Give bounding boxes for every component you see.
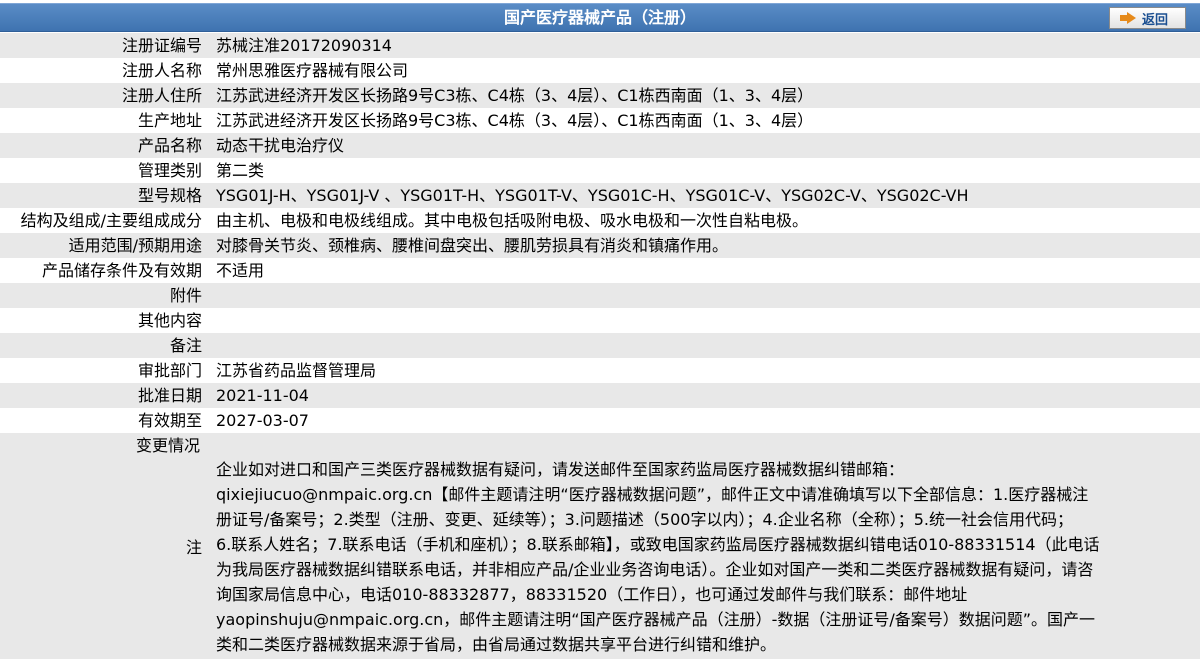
- back-button[interactable]: 返回: [1109, 7, 1186, 29]
- table-row: 批准日期 2021-11-04: [0, 383, 1200, 408]
- note-row: 注 变更情况 企业如对进口和国产三类医疗器械数据有疑问，请发送邮件至国家药监局医…: [0, 433, 1200, 659]
- field-label: 注册人名称: [121, 61, 202, 80]
- field-value: 2021-11-04: [216, 386, 309, 405]
- field-value: 苏械注准20172090314: [216, 36, 392, 55]
- field-label: 管理类别: [137, 161, 202, 180]
- detail-table: 注册证编号 苏械注准20172090314 注册人名称 常州思雅医疗器械有限公司…: [0, 33, 1200, 659]
- field-label: 型号规格: [137, 186, 202, 205]
- field-label: 结构及组成/主要组成成分: [20, 211, 202, 230]
- field-value: 江苏武进经济开发区长扬路9号C3栋、C4栋（3、4层）、C1栋西南面（1、3、4…: [216, 86, 814, 105]
- note-line: 6.联系人姓名；7.联系电话（手机和座机）；8.联系邮箱】，或致电国家药监局医疗…: [216, 535, 1100, 554]
- field-label: 产品名称: [137, 136, 202, 155]
- field-label: 备注: [169, 336, 202, 355]
- table-row: 审批部门 江苏省药品监督管理局: [0, 358, 1200, 383]
- field-label: 有效期至: [137, 411, 202, 430]
- change-label: 变更情况: [135, 436, 200, 455]
- table-row: 备注: [0, 333, 1200, 358]
- table-row: 注册人名称 常州思雅医疗器械有限公司: [0, 58, 1200, 83]
- table-row: 生产地址 江苏武进经济开发区长扬路9号C3栋、C4栋（3、4层）、C1栋西南面（…: [0, 108, 1200, 133]
- field-value: 对膝骨关节炎、颈椎病、腰椎间盘突出、腰肌劳损具有消炎和镇痛作用。: [216, 236, 729, 255]
- field-label: 注册证编号: [121, 36, 202, 55]
- table-row: 注册人住所 江苏武进经济开发区长扬路9号C3栋、C4栋（3、4层）、C1栋西南面…: [0, 83, 1200, 108]
- note-text: 变更情况 企业如对进口和国产三类医疗器械数据有疑问，请发送邮件至国家药监局医疗器…: [136, 433, 1200, 659]
- back-arrow-icon: [1119, 12, 1136, 24]
- field-value: [206, 283, 1200, 308]
- field-label: 审批部门: [137, 361, 202, 380]
- note-line: qixiejiucuo@nmpaic.org.cn【邮件主题请注明“医疗器械数据…: [216, 485, 1089, 504]
- field-label: 注册人住所: [121, 86, 202, 105]
- field-label: 生产地址: [137, 111, 202, 130]
- field-value: [206, 333, 1200, 358]
- field-value: [206, 308, 1200, 333]
- field-value: YSG01J-H、YSG01J-V 、YSG01T-H、YSG01T-V、YSG…: [216, 186, 969, 205]
- field-value: 不适用: [216, 261, 265, 280]
- field-value: 江苏武进经济开发区长扬路9号C3栋、C4栋（3、4层）、C1栋西南面（1、3、4…: [216, 111, 814, 130]
- field-label: 产品储存条件及有效期: [41, 261, 202, 280]
- field-label: 批准日期: [137, 386, 202, 405]
- field-value: 第二类: [216, 161, 265, 180]
- field-value: 常州思雅医疗器械有限公司: [216, 61, 409, 80]
- note-line: 为我局医疗器械数据纠错联系电话，并非相应产品/企业业务咨询电话）。企业如对国产一…: [216, 560, 1094, 579]
- note-line: yaopinshuju@nmpaic.org.cn，邮件主题请注明“国产医疗器械…: [216, 610, 1096, 629]
- field-value: 2027-03-07: [216, 411, 309, 430]
- table-row: 附件: [0, 283, 1200, 308]
- table-row: 适用范围/预期用途 对膝骨关节炎、颈椎病、腰椎间盘突出、腰肌劳损具有消炎和镇痛作…: [0, 233, 1200, 258]
- table-row: 型号规格 YSG01J-H、YSG01J-V 、YSG01T-H、YSG01T-…: [0, 183, 1200, 208]
- field-value: 由主机、电极和电极线组成。其中电极包括吸附电极、吸水电极和一次性自粘电极。: [216, 211, 809, 230]
- table-row: 注册证编号 苏械注准20172090314: [0, 33, 1200, 58]
- table-row: 产品储存条件及有效期 不适用: [0, 258, 1200, 283]
- note-line: 询国家局信息中心，电话010-88332877，88331520（工作日），也可…: [216, 585, 968, 604]
- field-value: 江苏省药品监督管理局: [216, 361, 377, 380]
- table-row: 结构及组成/主要组成成分 由主机、电极和电极线组成。其中电极包括吸附电极、吸水电…: [0, 208, 1200, 233]
- page-title: 国产医疗器械产品（注册）: [503, 8, 696, 27]
- field-label: 其他内容: [137, 311, 202, 330]
- note-label-text: 注: [185, 538, 202, 557]
- table-row: 管理类别 第二类: [0, 158, 1200, 183]
- note-line: 类和二类医疗器械数据来源于省局，由省局通过数据共享平台进行纠错和维护。: [216, 635, 777, 654]
- detail-page: 国产医疗器械产品（注册） 返回 注册证编号 苏械注准20172090314 注册…: [0, 0, 1200, 660]
- field-label: 附件: [169, 286, 202, 305]
- table-row: 有效期至 2027-03-07: [0, 408, 1200, 433]
- field-label: 适用范围/预期用途: [68, 236, 202, 255]
- note-label: 注: [0, 433, 206, 659]
- note-line: 企业如对进口和国产三类医疗器械数据有疑问，请发送邮件至国家药监局医疗器械数据纠错…: [216, 460, 905, 479]
- back-button-label: 返回: [1141, 12, 1168, 28]
- table-row: 其他内容: [0, 308, 1200, 333]
- note-line: 册证号/备案号；2.类型（注册、变更、延续等）；3.问题描述（500字以内）；4…: [216, 510, 1073, 529]
- field-value: 动态干扰电治疗仪: [216, 136, 345, 155]
- title-bar: 国产医疗器械产品（注册） 返回: [0, 3, 1200, 32]
- table-row: 产品名称 动态干扰电治疗仪: [0, 133, 1200, 158]
